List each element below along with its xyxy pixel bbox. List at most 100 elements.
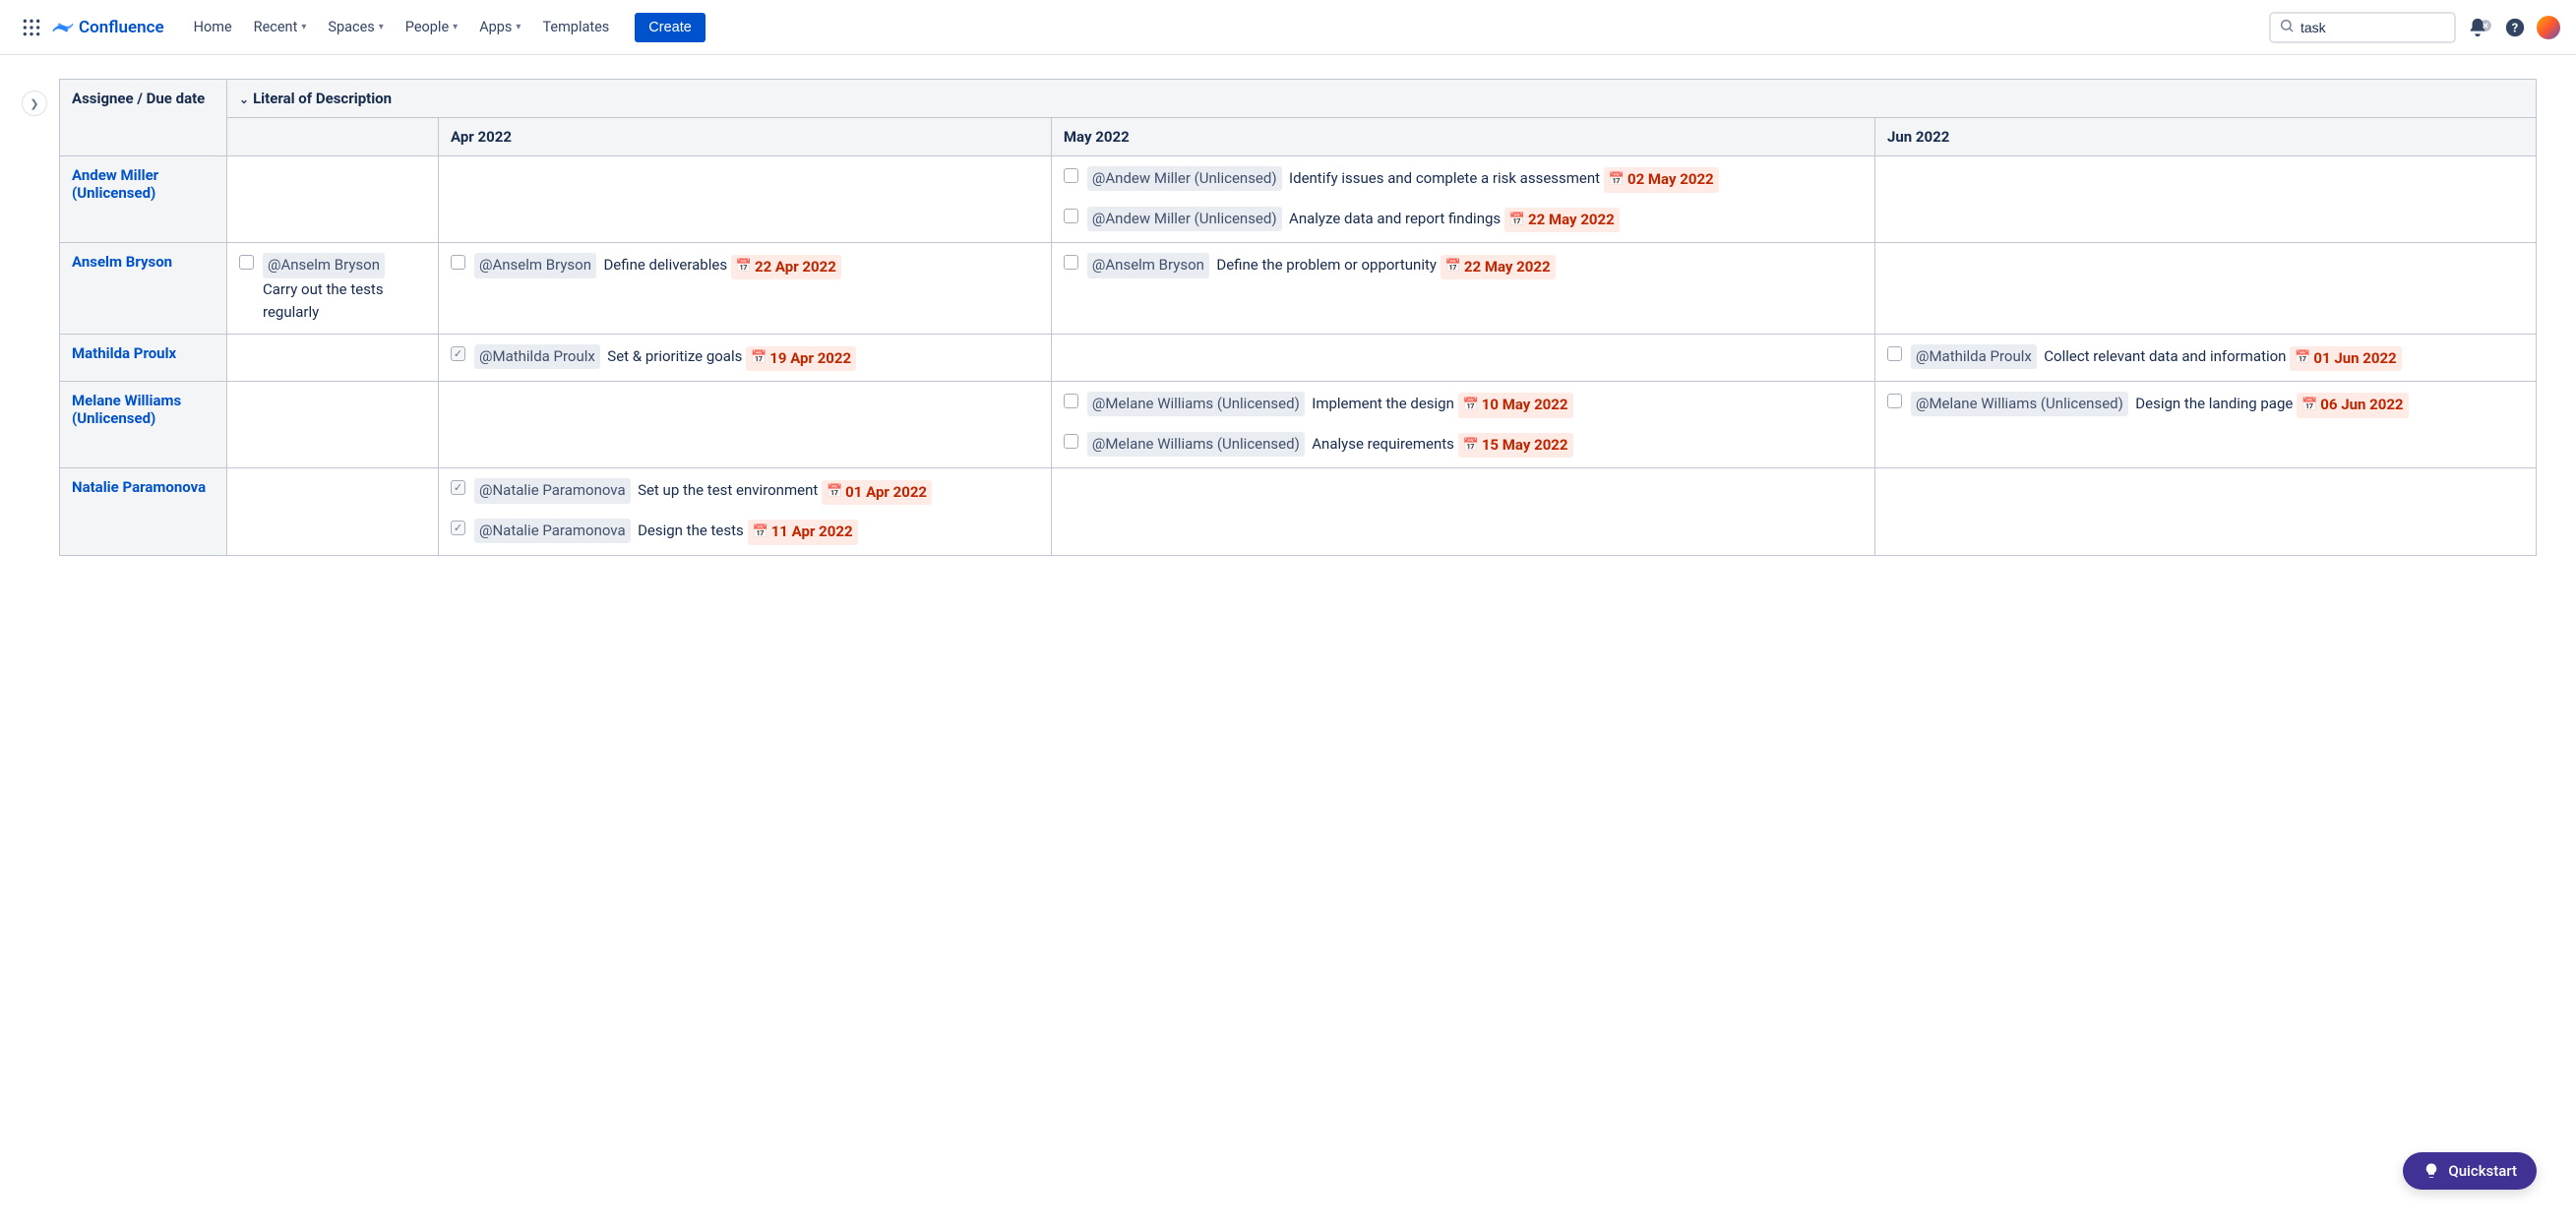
user-mention[interactable]: @Natalie Paramonova xyxy=(474,478,631,503)
search-box[interactable] xyxy=(2269,12,2456,43)
nav-home[interactable]: Home xyxy=(184,13,242,41)
nav-apps[interactable]: Apps▾ xyxy=(469,13,530,41)
task-text: Define the problem or opportunity xyxy=(1216,256,1440,274)
assignee-link[interactable]: Natalie Paramonova xyxy=(72,478,206,496)
task-item: @Mathilda Proulx Collect relevant data a… xyxy=(1887,344,2524,371)
due-date-text: 15 May 2022 xyxy=(1482,434,1568,457)
help-icon[interactable]: ? xyxy=(2499,12,2531,43)
task-cell xyxy=(1051,335,1874,382)
main-content: ❯ Assignee / Due date ⌄Literal of Descri… xyxy=(0,55,2576,595)
task-cell xyxy=(1874,468,2536,555)
task-text: Identify issues and complete a risk asse… xyxy=(1289,169,1604,187)
assignee-link[interactable]: Andew Miller (Unlicensed) xyxy=(72,166,158,202)
profile-avatar[interactable] xyxy=(2537,16,2560,39)
due-date-text: 22 May 2022 xyxy=(1464,256,1551,278)
task-cell: @Anselm Bryson Carry out the tests regul… xyxy=(227,243,439,335)
task-item: @Mathilda Proulx Set & prioritize goals … xyxy=(451,344,1039,371)
chevron-down-icon: ▾ xyxy=(301,22,306,32)
task-item: @Natalie Paramonova Design the tests 📅11… xyxy=(451,519,1039,545)
due-date-badge[interactable]: 📅19 Apr 2022 xyxy=(746,346,856,371)
assignee-link[interactable]: Melane Williams (Unlicensed) xyxy=(72,392,181,427)
assignee-link[interactable]: Anselm Bryson xyxy=(72,253,172,271)
task-item: @Melane Williams (Unlicensed) Analyse re… xyxy=(1064,432,1863,459)
task-cell: @Anselm Bryson Define the problem or opp… xyxy=(1051,243,1874,335)
task-item: @Andew Miller (Unlicensed) Analyze data … xyxy=(1064,207,1863,233)
due-date-badge[interactable]: 📅02 May 2022 xyxy=(1604,167,1719,192)
task-text: Design the landing page xyxy=(2135,395,2297,412)
top-navigation: Confluence Home Recent▾ Spaces▾ People▾ … xyxy=(0,0,2576,55)
task-checkbox[interactable] xyxy=(1064,255,1078,270)
nav-templates[interactable]: Templates xyxy=(532,13,619,41)
user-mention[interactable]: @Mathilda Proulx xyxy=(474,344,600,369)
due-date-badge[interactable]: 📅15 May 2022 xyxy=(1458,433,1573,458)
task-checkbox[interactable] xyxy=(1064,394,1078,408)
user-mention[interactable]: @Anselm Bryson xyxy=(1087,253,1209,277)
user-mention[interactable]: @Mathilda Proulx xyxy=(1911,344,2037,369)
nav-recent[interactable]: Recent▾ xyxy=(244,13,317,41)
calendar-icon: 📅 xyxy=(1463,396,1479,415)
svg-text:?: ? xyxy=(2512,21,2518,35)
task-text: Carry out the tests regularly xyxy=(263,280,384,321)
user-mention[interactable]: @Melane Williams (Unlicensed) xyxy=(1087,392,1305,416)
task-checkbox[interactable] xyxy=(451,521,465,535)
task-item: @Melane Williams (Unlicensed) Design the… xyxy=(1887,392,2524,418)
quickstart-label: Quickstart xyxy=(2448,1162,2517,1180)
task-checkbox[interactable] xyxy=(1064,168,1078,183)
task-checkbox[interactable] xyxy=(451,255,465,270)
calendar-icon: 📅 xyxy=(1445,257,1461,277)
nav-spaces[interactable]: Spaces▾ xyxy=(318,13,393,41)
search-icon xyxy=(2279,18,2295,37)
due-date-badge[interactable]: 📅01 Jun 2022 xyxy=(2290,346,2401,371)
user-mention[interactable]: @Andew Miller (Unlicensed) xyxy=(1087,166,1282,191)
due-date-text: 02 May 2022 xyxy=(1627,168,1714,191)
user-mention[interactable]: @Natalie Paramonova xyxy=(474,519,631,543)
task-checkbox[interactable] xyxy=(1064,209,1078,223)
calendar-icon: 📅 xyxy=(751,348,767,368)
task-checkbox[interactable] xyxy=(1887,346,1902,361)
due-date-text: 06 Jun 2022 xyxy=(2320,394,2403,416)
due-date-badge[interactable]: 📅22 Apr 2022 xyxy=(731,255,841,279)
task-text: Implement the design xyxy=(1312,395,1457,412)
calendar-icon: 📅 xyxy=(1609,170,1625,190)
due-date-badge[interactable]: 📅01 Apr 2022 xyxy=(822,480,932,505)
user-mention[interactable]: @Melane Williams (Unlicensed) xyxy=(1087,432,1305,457)
user-mention[interactable]: @Anselm Bryson xyxy=(263,253,385,277)
table-row: Melane Williams (Unlicensed) @Melane Will… xyxy=(60,381,2537,467)
task-grid: Assignee / Due date ⌄Literal of Descript… xyxy=(59,79,2537,556)
calendar-icon: 📅 xyxy=(1463,436,1479,456)
due-date-badge[interactable]: 📅22 May 2022 xyxy=(1441,255,1556,279)
task-checkbox[interactable] xyxy=(451,480,465,495)
user-mention[interactable]: @Melane Williams (Unlicensed) xyxy=(1911,392,2128,416)
search-input[interactable] xyxy=(2300,20,2479,35)
due-date-badge[interactable]: 📅22 May 2022 xyxy=(1504,208,1620,232)
task-cell xyxy=(439,381,1052,467)
user-mention[interactable]: @Andew Miller (Unlicensed) xyxy=(1087,207,1282,231)
user-mention[interactable]: @Anselm Bryson xyxy=(474,253,596,277)
nav-people[interactable]: People▾ xyxy=(396,13,467,41)
task-checkbox[interactable] xyxy=(1887,394,1902,408)
sidebar-expand-handle[interactable]: ❯ xyxy=(22,91,47,116)
task-checkbox[interactable] xyxy=(1064,434,1078,449)
task-checkbox[interactable] xyxy=(239,255,254,270)
confluence-logo[interactable]: Confluence xyxy=(51,16,164,39)
app-switcher-icon[interactable] xyxy=(16,12,47,43)
task-item: @Natalie Paramonova Set up the test envi… xyxy=(451,478,1039,505)
due-date-text: 10 May 2022 xyxy=(1482,394,1568,416)
due-date-text: 01 Jun 2022 xyxy=(2313,347,2396,370)
task-cell xyxy=(227,381,439,467)
collapse-toggle-icon[interactable]: ⌄ xyxy=(239,92,249,106)
task-item: @Melane Williams (Unlicensed) Implement … xyxy=(1064,392,1863,418)
due-date-badge[interactable]: 📅06 Jun 2022 xyxy=(2297,393,2408,417)
notifications-icon[interactable] xyxy=(2462,12,2493,43)
due-date-text: 01 Apr 2022 xyxy=(845,481,927,504)
due-date-badge[interactable]: 📅10 May 2022 xyxy=(1458,393,1573,417)
header-description: ⌄Literal of Description xyxy=(227,80,2537,118)
task-cell: @Anselm Bryson Define deliverables 📅22 A… xyxy=(439,243,1052,335)
product-name: Confluence xyxy=(79,18,164,37)
quickstart-button[interactable]: Quickstart xyxy=(2403,1152,2537,1190)
due-date-badge[interactable]: 📅11 Apr 2022 xyxy=(748,520,858,544)
assignee-link[interactable]: Mathilda Proulx xyxy=(72,344,176,362)
task-checkbox[interactable] xyxy=(451,346,465,361)
create-button[interactable]: Create xyxy=(635,13,705,42)
task-item: @Anselm Bryson Carry out the tests regul… xyxy=(239,253,426,324)
